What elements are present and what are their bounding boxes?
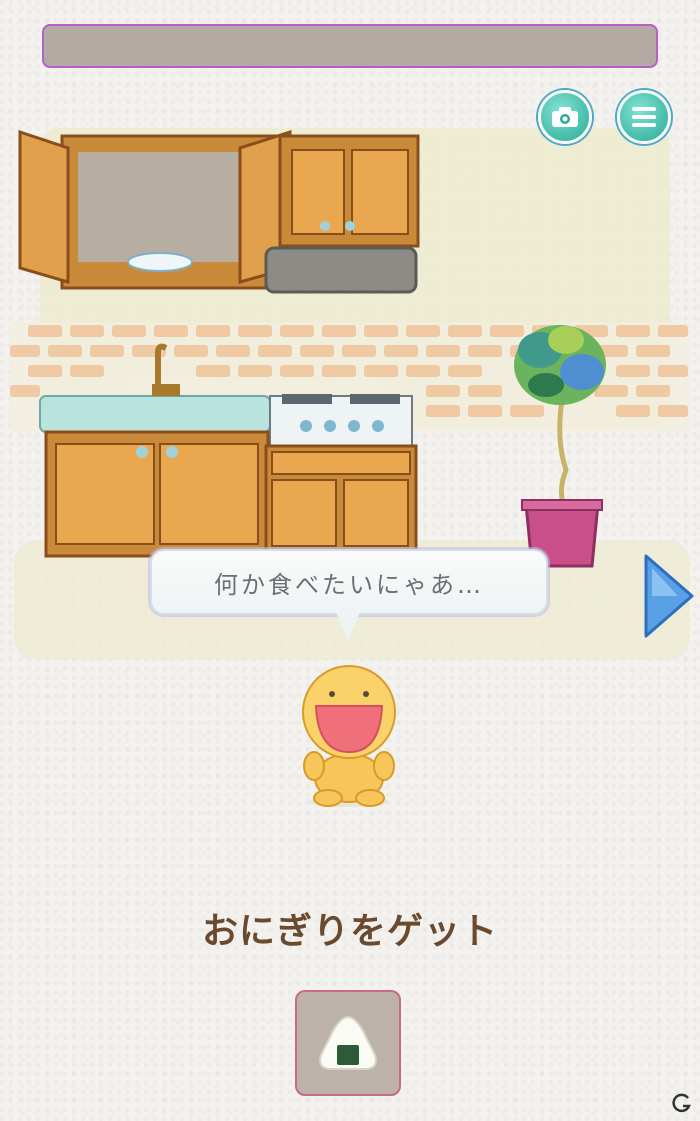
watermark-logo-icon — [672, 1093, 691, 1113]
menu-icon — [632, 107, 656, 127]
speech-bubble: 何か食べたいにゃあ… — [150, 549, 548, 615]
upper-cabinet-right — [278, 134, 420, 248]
speech-text: 何か食べたいにゃあ… — [214, 570, 484, 599]
upper-cabinet-open — [18, 129, 292, 290]
plate — [127, 252, 193, 272]
lower-cabinets — [44, 430, 418, 558]
next-room-arrow[interactable] — [640, 550, 696, 642]
character[interactable] — [292, 660, 406, 810]
potted-plant — [514, 325, 606, 568]
camera-button[interactable] — [538, 90, 592, 144]
reward-message: おにぎりをゲット — [201, 911, 498, 952]
stove — [269, 394, 413, 447]
onigiri-icon — [319, 1015, 377, 1070]
next-arrow-icon — [644, 554, 694, 638]
menu-button[interactable] — [617, 90, 671, 144]
camera-icon — [552, 107, 578, 127]
reward-item-box[interactable] — [295, 990, 401, 1096]
speech-bubble-tail — [336, 612, 360, 642]
range-hood — [264, 246, 418, 294]
